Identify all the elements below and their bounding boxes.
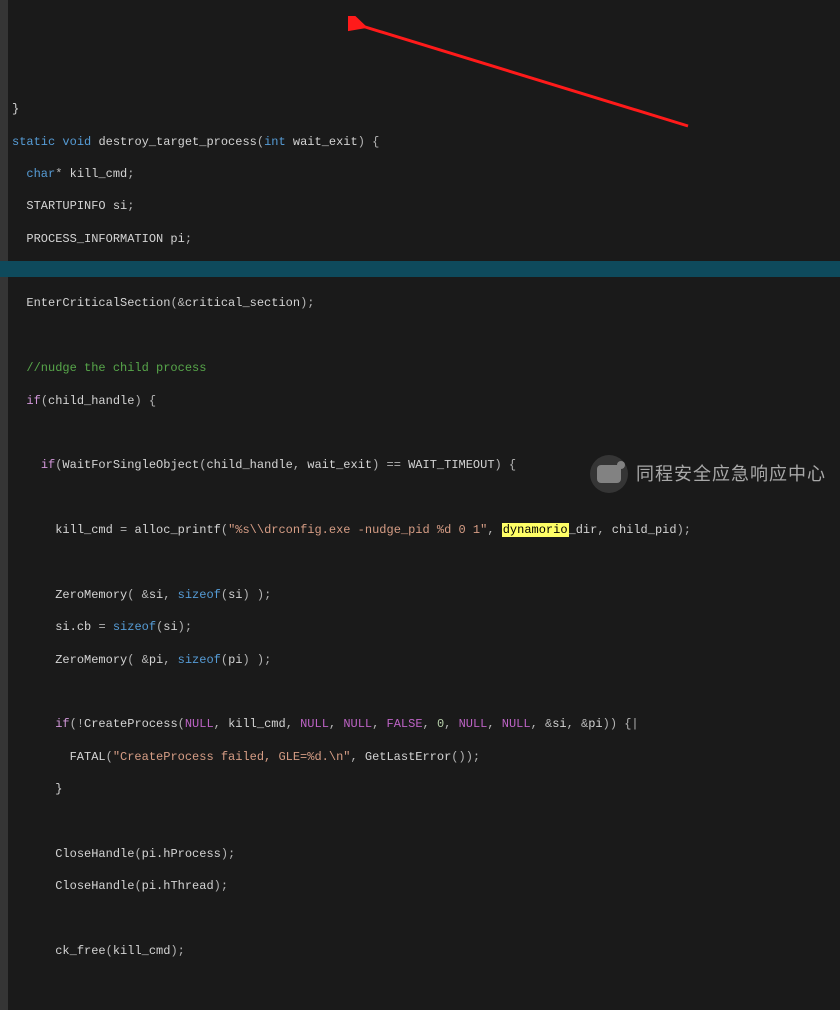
code-line: [12, 425, 840, 441]
code-line: //nudge the child process: [12, 360, 840, 376]
code-line: [12, 328, 840, 344]
code-line: //wait until the child process exits: [12, 1008, 840, 1010]
code-line: EnterCriticalSection(&critical_section);: [12, 295, 840, 311]
code-line: kill_cmd = alloc_printf("%s\\drconfig.ex…: [12, 522, 840, 538]
code-line: ZeroMemory( &si, sizeof(si) );: [12, 587, 840, 603]
code-line: PROCESS_INFORMATION pi;: [12, 231, 840, 247]
code-line: [12, 263, 840, 279]
code-line: if(child_handle) {: [12, 393, 840, 409]
code-line: [12, 554, 840, 570]
code-line: [12, 975, 840, 991]
code-line: [12, 490, 840, 506]
code-line: ck_free(kill_cmd);: [12, 943, 840, 959]
code-line: if(!CreateProcess(NULL, kill_cmd, NULL, …: [12, 716, 840, 732]
code-line: [12, 813, 840, 829]
code-line: FATAL("CreateProcess failed, GLE=%d.\n",…: [12, 749, 840, 765]
code-line: ZeroMemory( &pi, sizeof(pi) );: [12, 652, 840, 668]
code-editor[interactable]: } static void destroy_target_process(int…: [0, 0, 840, 1010]
code-line: STARTUPINFO si;: [12, 198, 840, 214]
code-line: }: [12, 101, 840, 117]
search-highlight: dynamorio: [502, 523, 569, 537]
code-line: if(WaitForSingleObject(child_handle, wai…: [12, 457, 840, 473]
editor-gutter: [0, 0, 8, 1010]
code-line: }: [12, 781, 840, 797]
code-line: CloseHandle(pi.hThread);: [12, 878, 840, 894]
code-line: si.cb = sizeof(si);: [12, 619, 840, 635]
code-line: char* kill_cmd;: [12, 166, 840, 182]
code-line: [12, 684, 840, 700]
code-line: CloseHandle(pi.hProcess);: [12, 846, 840, 862]
code-area[interactable]: } static void destroy_target_process(int…: [2, 85, 840, 1010]
code-line: [12, 911, 840, 927]
code-line: static void destroy_target_process(int w…: [12, 134, 840, 150]
